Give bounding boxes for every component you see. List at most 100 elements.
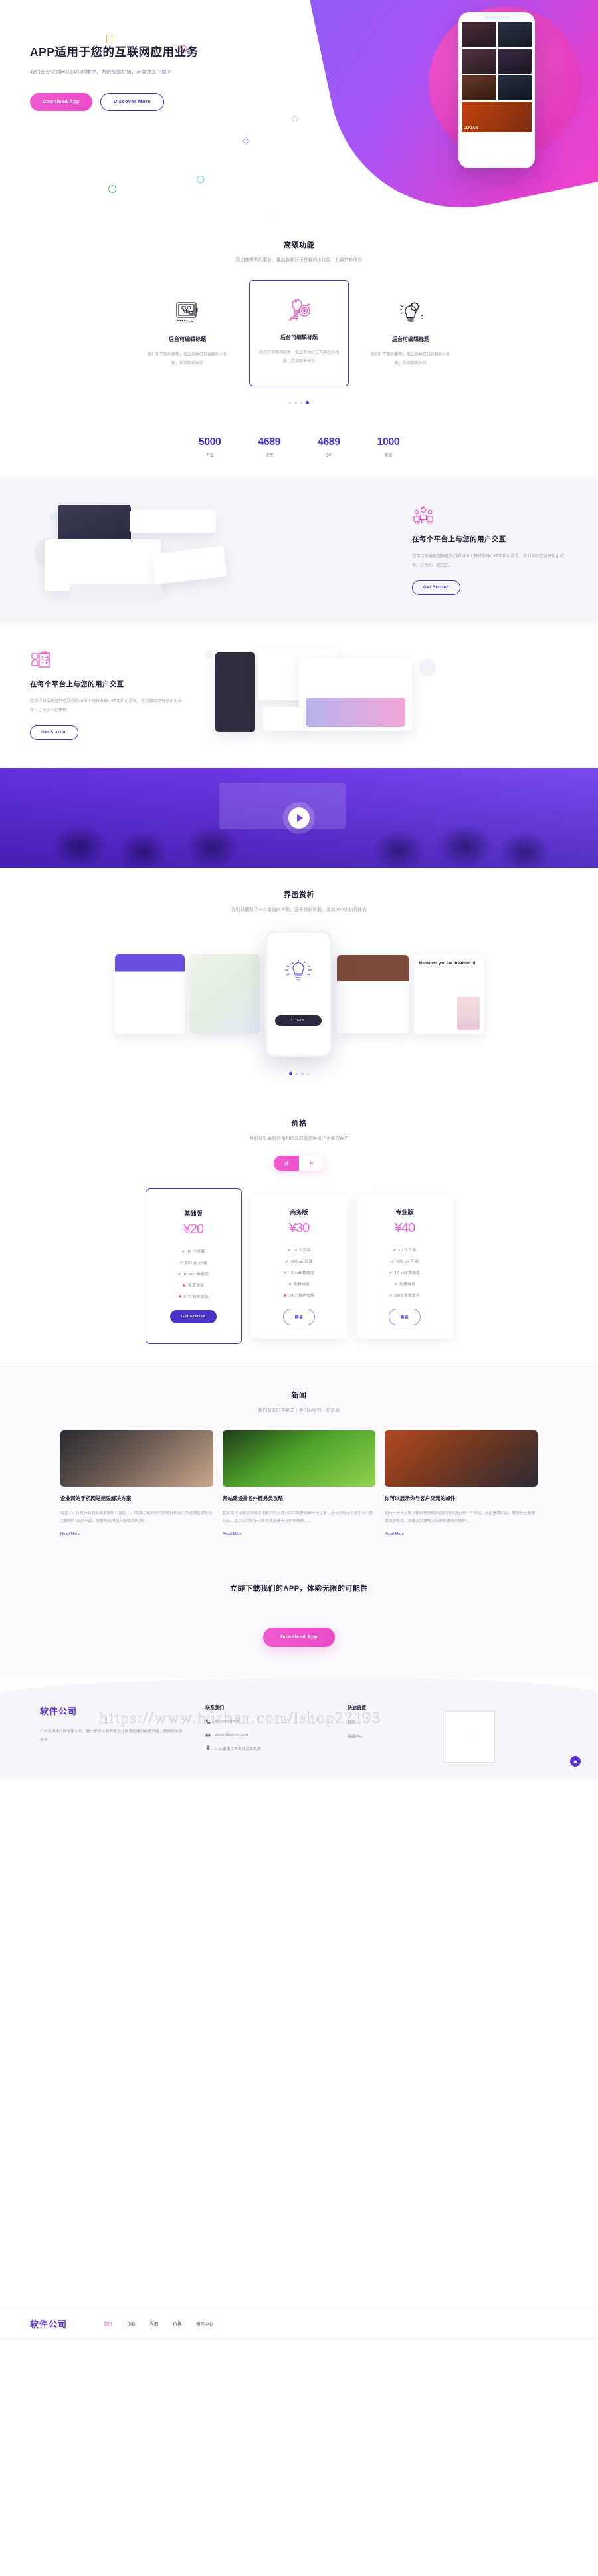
- carousel-dot[interactable]: [294, 401, 297, 404]
- plan-cta-button[interactable]: 购买: [282, 1308, 316, 1325]
- split1-get-started-button[interactable]: Get Started: [412, 580, 460, 596]
- footer-brand-column: 软件公司 广州某网络科技有限公司，是一家专业服务于企业信息化建设的提供商，是网络…: [40, 1704, 183, 1763]
- decor-diamond-icon: [242, 137, 250, 145]
- carousel-dot[interactable]: [306, 1072, 310, 1075]
- carousel-dot-active[interactable]: [288, 1072, 292, 1076]
- poster-thumb: [462, 22, 496, 47]
- download-app-button[interactable]: Download App: [30, 93, 92, 112]
- footer-phone[interactable]: 400-888-8888: [205, 1719, 325, 1724]
- cta-download-app-button[interactable]: Download App: [263, 1627, 335, 1647]
- plan-feature: ✔ 10 sdd 数据库: [389, 1271, 421, 1275]
- pricing-card-pro[interactable]: 专业版 ¥40 ✔ 10 个页面 ✔ 500 gb 存储 ✔ 10 sdd 数据库 ✔…: [356, 1194, 453, 1339]
- footer-link-news[interactable]: 新闻中心: [348, 1733, 421, 1739]
- news-read-more-link[interactable]: Read More: [385, 1532, 538, 1536]
- hero-subtitle: 我们有专业的团队24小时维护，为您保驾护航，赶紧快来下载吧: [30, 69, 172, 76]
- footer-link-home[interactable]: 首页: [348, 1719, 421, 1725]
- plan-name: 专业版: [395, 1208, 414, 1216]
- plan-feature: ✔ 500 gb 存储: [391, 1259, 419, 1264]
- pricing-card-business[interactable]: 商务版 ¥30 ✔ 10 个页面 ✔ 500 gb 存储 ✔ 10 sdd 数据库 ✔…: [250, 1194, 348, 1339]
- split2-artwork: [199, 646, 568, 745]
- screen-thumb-illustration[interactable]: Mansions you are dreamed of: [413, 954, 484, 1035]
- footer-address: 江苏省南京市玄武区玄武湖: [205, 1745, 325, 1751]
- plan-cta-button[interactable]: Get Started: [169, 1310, 217, 1324]
- split2-text: 在每个平台上与您的用户交互 您可以畅通无阻的在我们的APP上玩转各种小应用和小游…: [30, 651, 186, 741]
- screens-title: 界面赏析: [284, 891, 314, 900]
- news-subtitle: 我们将实时更新关于我们APP的一切信息: [258, 1408, 340, 1414]
- poster-feature-label: LOGAN: [464, 126, 478, 130]
- tablet-sketch-icon: [146, 299, 229, 326]
- check-icon: ✔: [181, 1250, 185, 1255]
- hero-section: APP适用于您的互联网应用业务 我们有专业的团队24小时维护，为您保驾护航，赶紧…: [0, 0, 598, 219]
- phone-icon: [205, 1719, 211, 1724]
- pricing-card-basic[interactable]: 基础版 ¥20 ✔ 10 个页面 ✔ 500 gb 存储 ✔ 10 sdd 数据库 ✖…: [145, 1188, 242, 1345]
- sticky-navbar: 软件公司 首页 功能 界面 价格 新闻中心: [0, 2309, 598, 2337]
- footer-email[interactable]: admin@admin.com: [205, 1732, 325, 1738]
- features-carousel-dots[interactable]: [0, 401, 598, 405]
- check-icon: ✔: [393, 1248, 397, 1253]
- carousel-dot[interactable]: [300, 401, 303, 404]
- check-icon: ✔: [287, 1248, 291, 1253]
- check-icon: ✔: [389, 1271, 393, 1275]
- plan-feature: ✖ 24/7 技术支持: [178, 1295, 209, 1300]
- split1-title: 在每个平台上与您的用户交互: [412, 535, 506, 544]
- split1-artwork: [30, 501, 399, 602]
- nav-item-pricing[interactable]: 价格: [173, 2321, 181, 2327]
- split1-desc: 您可以畅通无阻的在我们的APP上玩转各种小应用和小游戏，我们期待您分享给小伙伴，…: [412, 554, 564, 568]
- features-title: 高级功能: [284, 241, 314, 249]
- screen-thumb-map[interactable]: [189, 954, 260, 1035]
- plan-feature: ✔ 免费域名: [393, 1282, 416, 1287]
- news-card-desc: 其实每个接触过网络优化推广的人对于SEO和外链都十分了解，还有外链专员这个专门的…: [223, 1511, 373, 1523]
- feature-card-desc: 我们在不断的更新，推出各种好玩有趣的小功能，欢迎前来体验: [370, 353, 450, 366]
- carousel-dot-active[interactable]: [306, 401, 310, 405]
- news-read-more-link[interactable]: Read More: [60, 1532, 213, 1536]
- footer-links-heading: 快速链接: [348, 1705, 366, 1710]
- check-icon: ✔: [389, 1293, 393, 1298]
- poster-feature: LOGAN: [462, 102, 532, 132]
- nav-item-features[interactable]: 功能: [127, 2321, 136, 2327]
- screen-phone-center[interactable]: LOGIN: [264, 931, 332, 1058]
- footer-contact-column: 联系我们 400-888-8888 admin@admin.com 江苏省南京市…: [205, 1704, 325, 1763]
- toggle-yearly[interactable]: 年: [299, 1156, 325, 1172]
- toggle-monthly[interactable]: 月: [273, 1156, 299, 1172]
- video-play-button[interactable]: [288, 807, 310, 829]
- news-card[interactable]: 网站建设排名外链另类攻略 其实每个接触过网络优化推广的人对于SEO和外链都十分了…: [223, 1430, 375, 1536]
- billing-period-toggle[interactable]: 月 年: [273, 1156, 325, 1172]
- screen-thumb-list[interactable]: [114, 954, 185, 1035]
- screen-thumb-caption: Mansions you are dreamed of: [419, 962, 476, 966]
- carousel-dot[interactable]: [301, 1072, 304, 1075]
- clipboard-check-icon: [30, 651, 186, 671]
- video-banner-section: [0, 768, 598, 868]
- screens-carousel-dots[interactable]: [0, 1072, 598, 1076]
- news-thumbnail: [223, 1430, 375, 1487]
- footer-links-column: 快速链接 首页 新闻中心: [348, 1704, 421, 1763]
- discover-more-button[interactable]: Discover More: [100, 93, 164, 112]
- footer-logo[interactable]: 软件公司: [40, 1704, 183, 1717]
- split2-get-started-button[interactable]: Get Started: [30, 725, 78, 741]
- stat-value: 4689: [258, 436, 280, 448]
- carousel-dot[interactable]: [288, 401, 292, 404]
- news-read-more-link[interactable]: Read More: [223, 1532, 375, 1536]
- poster-thumb: [462, 75, 496, 100]
- back-to-top-button[interactable]: [570, 1755, 581, 1767]
- footer-phone-value: 400-888-8888: [215, 1719, 239, 1724]
- nav-item-news[interactable]: 新闻中心: [196, 2321, 213, 2327]
- nav-item-home[interactable]: 首页: [104, 2321, 112, 2327]
- stat-value: 4689: [318, 436, 340, 448]
- screen-thumb-player[interactable]: [336, 955, 409, 1034]
- check-icon: ✔: [285, 1259, 289, 1264]
- check-icon: ✔: [288, 1282, 292, 1287]
- poster-thumb: [462, 49, 496, 74]
- feature-card-title: 后台可编辑标题: [280, 334, 318, 340]
- feature-card[interactable]: 后台可编辑标题 我们在不断的更新，推出各种好玩有趣的小功能，欢迎前来体验: [138, 289, 237, 377]
- feature-card[interactable]: 后台可编辑标题 我们在不断的更新，推出各种好玩有趣的小功能，欢迎前来体验: [361, 289, 460, 377]
- nav-item-screens[interactable]: 界面: [150, 2321, 159, 2327]
- news-card[interactable]: 企业网站手机网站建设解决方案 错过了，传统行业的高速发展期！错过了，PC端互联网…: [60, 1430, 213, 1536]
- feature-card-active[interactable]: 后台可编辑标题 我们在不断的更新，推出各种好玩有趣的小功能，欢迎前来体验: [249, 280, 349, 387]
- plan-cta-button[interactable]: 购买: [388, 1308, 421, 1325]
- navbar-logo[interactable]: 软件公司: [30, 2317, 67, 2330]
- stat-item: 5000 下载: [199, 436, 221, 458]
- carousel-dot[interactable]: [295, 1072, 298, 1075]
- news-card[interactable]: 你可以展示你与客户交流的邮件 如何一步步从零开始制作你的网站如果你决定建一个网站…: [385, 1430, 538, 1536]
- news-card-title: 企业网站手机网站建设解决方案: [60, 1495, 132, 1502]
- plan-feature: ✔ 10 sdd 数据库: [283, 1271, 315, 1275]
